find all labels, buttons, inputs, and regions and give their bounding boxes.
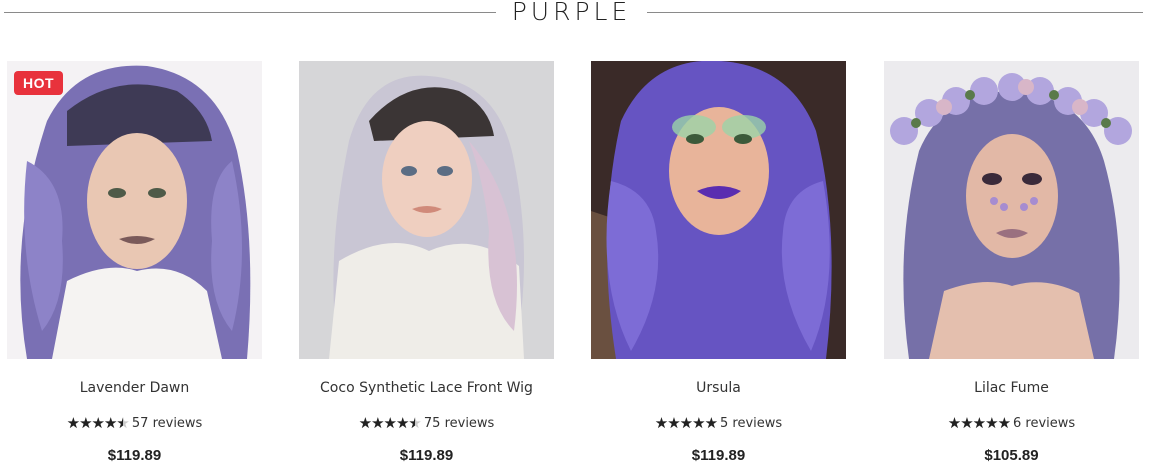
product-image[interactable]: HOT	[7, 61, 262, 359]
star-rating-icon: ★★★★★★★★★★	[654, 415, 718, 432]
product-image[interactable]	[299, 61, 554, 359]
product-photo	[7, 61, 262, 359]
rating-row: ★★★★★★★★★★57 reviews	[7, 415, 262, 433]
star-rating-icon: ★★★★★★★★★★	[66, 415, 130, 432]
review-count[interactable]: 57 reviews	[132, 415, 202, 433]
product-image[interactable]	[884, 61, 1139, 359]
rating-row: ★★★★★ ★★★★★ 6 reviews	[884, 415, 1139, 433]
product-name[interactable]: Ursula	[591, 379, 846, 397]
product-name[interactable]: Lilac Fume	[884, 379, 1139, 397]
section-title: PURPLE	[511, 0, 632, 26]
star-rating-icon: ★★★★★★★★★★	[947, 415, 1011, 432]
review-count[interactable]: 6 reviews	[1013, 415, 1075, 433]
header-divider-left	[4, 12, 496, 13]
rating-row: ★★★★★★★★★★75 reviews	[299, 415, 554, 433]
product-image[interactable]	[591, 61, 846, 359]
product-photo	[299, 61, 554, 359]
product-card[interactable]: Lilac Fume ★★★★★ ★★★★★ 6 reviews $105.89	[884, 61, 1139, 471]
product-card[interactable]: Ursula ★★★★★ ★★★★★ 5 reviews $119.89	[591, 61, 846, 471]
product-name[interactable]: Coco Synthetic Lace Front Wig	[299, 379, 554, 397]
product-photo	[591, 61, 846, 359]
section-header: PURPLE	[0, 0, 1151, 26]
review-count[interactable]: 75 reviews	[424, 415, 494, 433]
product-price: $119.89	[691, 447, 746, 464]
product-card[interactable]: HOT Lavender Dawn ★★★★★★★★★★57 reviews $…	[7, 61, 262, 471]
star-rating-icon: ★★★★★★★★★★	[358, 415, 422, 432]
review-count[interactable]: 5 reviews	[720, 415, 782, 433]
product-price: $105.89	[984, 447, 1039, 464]
product-price: $119.89	[107, 447, 162, 464]
product-photo	[884, 61, 1139, 359]
product-price: $119.89	[399, 447, 454, 464]
rating-row: ★★★★★ ★★★★★ 5 reviews	[591, 415, 846, 433]
header-divider-right	[647, 12, 1143, 13]
hot-badge: HOT	[14, 71, 63, 95]
product-name[interactable]: Lavender Dawn	[7, 379, 262, 397]
product-card[interactable]: Coco Synthetic Lace Front Wig ★★★★★★★★★★…	[299, 61, 554, 471]
